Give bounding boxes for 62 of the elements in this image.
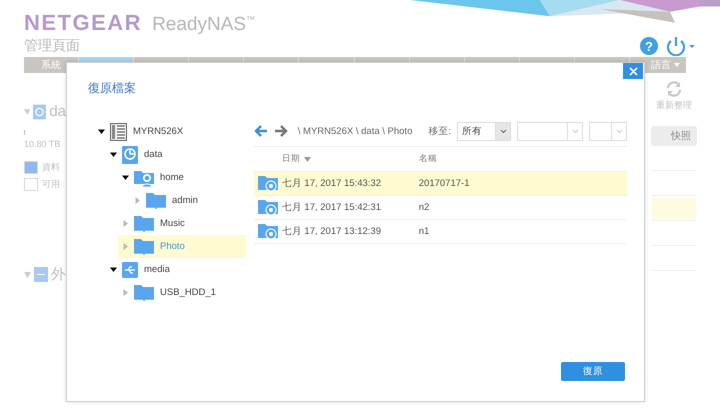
goto-select[interactable]: 所有 [457,122,511,140]
product-name: ReadyNAS$^{™}$ [152,14,256,36]
volume-icon [122,146,138,164]
caret-down-icon [24,272,31,278]
caret-right-icon[interactable] [122,289,129,296]
capacity-text: 10.80 TB [24,139,62,149]
name-cell-text: n2 [418,202,430,213]
caret-down-icon[interactable] [110,266,117,273]
tree-item-label[interactable]: admin [172,195,198,206]
user-folder-icon [134,168,154,186]
chevron-down-icon [500,128,506,134]
table-row [652,198,696,221]
chevron-down-icon [572,128,578,134]
back-arrow-icon[interactable] [254,125,268,137]
legend-label: 資料 [42,161,60,174]
date-cell-text: 七月 17, 2017 15:43:32 [282,177,382,190]
date-cell-text: 七月 17, 2017 15:42:31 [282,201,382,214]
file-row[interactable]: 七月 17, 2017 13:12:39 n1 [254,220,627,244]
caret-down-icon [24,108,30,114]
caret-right-icon[interactable] [122,220,129,227]
tree-item-label[interactable]: Music [160,218,185,229]
chevron-down-icon [616,128,622,134]
breadcrumb-path: \ MYRN526X \ data \ Photo [298,126,412,136]
file-row[interactable]: 七月 17, 2017 15:43:32 20170717-1 [254,172,627,196]
name-cell-text: n1 [418,226,430,237]
server-icon [110,122,127,140]
snapshot-folder-icon [258,175,278,192]
close-button[interactable] [623,63,643,79]
name-cell-text: 20170717-1 [418,178,470,189]
volume-name: da [49,103,66,120]
caret-down-icon[interactable] [122,174,129,181]
tree-item-label[interactable]: media [144,264,170,275]
column-header[interactable]: 日期 [282,153,300,165]
volume-icon [33,104,46,120]
tree-item-label[interactable]: home [160,172,184,183]
tree-item-label[interactable]: data [144,149,162,160]
caret-down-icon[interactable] [98,128,105,135]
snapshot-folder-icon [258,223,278,240]
power-icon[interactable] [666,36,696,56]
brand-logo: NETGEAR [24,10,142,36]
folder-icon [134,238,154,255]
column-header[interactable]: 名稱 [418,153,437,165]
caret-right-icon[interactable] [122,243,129,250]
dialog-title: 復原檔案 [88,80,136,93]
goto-label: 移至: [428,124,451,138]
tree-item-label[interactable]: USB_HDD_1 [160,287,216,298]
folder-icon [134,284,154,301]
caret-down-icon [674,63,680,67]
legend-label: 可用 [42,178,60,191]
refresh-icon[interactable] [666,81,682,97]
file-row[interactable]: 七月 17, 2017 15:42:31 n2 [254,196,627,220]
close-icon [628,66,638,76]
folder-icon [134,215,154,232]
snapshot-folder-icon [258,199,278,216]
tree-item-label[interactable]: MYRN526X [133,126,184,137]
section-title: 外 [51,265,66,284]
folder-icon [146,192,166,209]
caret-down-icon[interactable] [110,151,117,158]
date-cell-text: 七月 17, 2017 13:12:39 [282,225,382,238]
caret-right-icon[interactable] [134,197,141,204]
page-subtitle: 管理頁面 [24,37,80,55]
forward-arrow-icon[interactable] [274,125,288,137]
